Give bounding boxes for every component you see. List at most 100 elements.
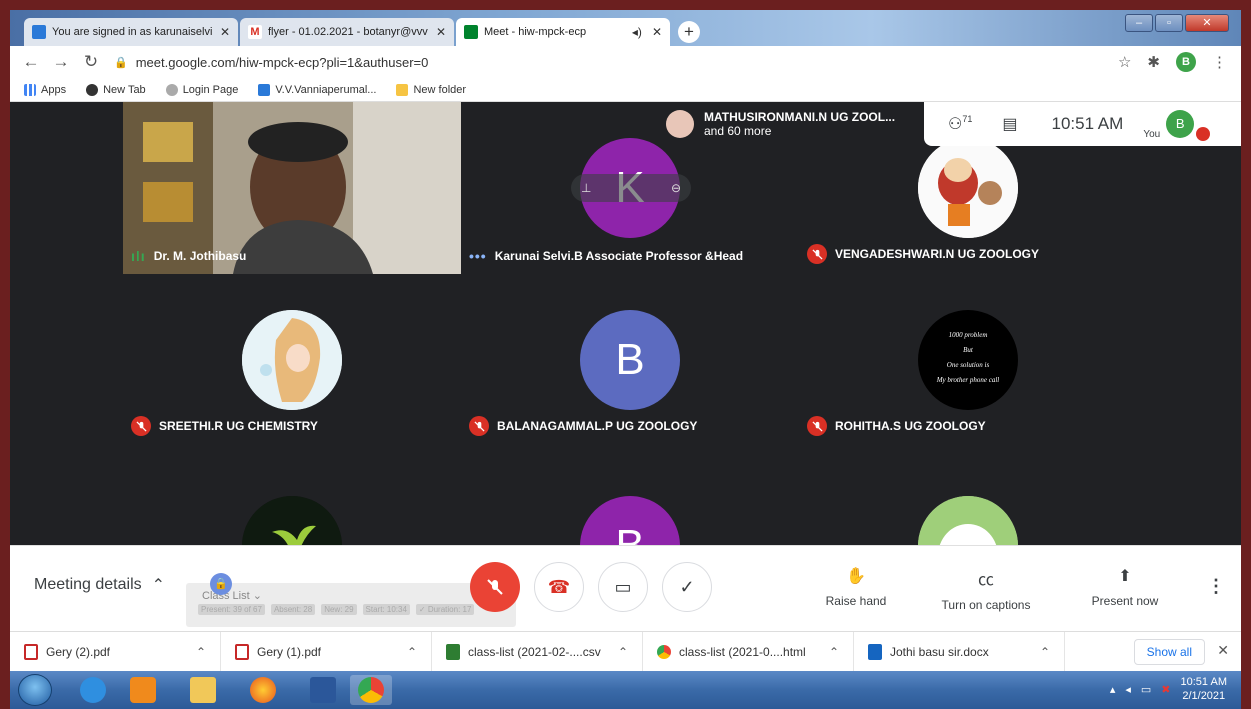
close-tab-icon[interactable]: ✕ xyxy=(436,25,446,39)
system-tray: ▴ ◂ ▭ ✖ 10:51 AM 2/1/2021 xyxy=(1110,675,1227,703)
bookmark-new-folder[interactable]: New folder xyxy=(396,83,466,96)
participant-picture xyxy=(918,138,1018,238)
self-avatar: B xyxy=(1166,110,1195,138)
participant-tile[interactable] xyxy=(799,446,1137,545)
participant-grid: ıǀı Dr. M. Jothibasu K ⊥ ⊖ ••• Karunai S… xyxy=(123,102,1137,545)
folder-icon[interactable] xyxy=(182,675,224,705)
participant-tile[interactable]: ıǀı Dr. M. Jothibasu xyxy=(123,102,461,274)
lock-icon: 🔒 xyxy=(114,56,128,69)
leave-call-button[interactable]: ☎ xyxy=(534,562,584,612)
hand-icon: ✋ xyxy=(846,568,866,585)
start-button[interactable] xyxy=(18,674,52,706)
people-button[interactable]: ⚇ 71 xyxy=(948,114,972,134)
meet-controls-bar: Meeting details ⌃ Class List ⌄ Present: … xyxy=(10,545,1241,631)
chrome-icon[interactable] xyxy=(350,675,392,705)
more-options-icon[interactable]: ⋮ xyxy=(1207,576,1225,597)
ie-icon[interactable] xyxy=(72,675,114,705)
back-icon[interactable]: ← xyxy=(16,52,46,72)
word-file-icon xyxy=(868,643,882,660)
close-tab-icon[interactable]: ✕ xyxy=(220,25,230,39)
extensions-icon[interactable]: ✱ xyxy=(1147,53,1160,71)
participant-picture: 1000 problem But One solution is My brot… xyxy=(918,310,1018,410)
chevron-up-icon[interactable]: ⌃ xyxy=(829,645,839,659)
close-tab-icon[interactable]: ✕ xyxy=(652,25,662,39)
apps-grid-icon xyxy=(24,83,36,96)
bookmark-apps[interactable]: Apps xyxy=(24,83,66,96)
present-icon: ⬆ xyxy=(1118,568,1132,585)
bookmark-new-tab[interactable]: New Tab xyxy=(86,83,146,96)
new-tab-button[interactable]: + xyxy=(678,21,700,43)
captions-button[interactable]: ㏄ Turn on captions xyxy=(930,566,1042,612)
participant-avatar: B xyxy=(580,496,680,545)
mic-off-icon xyxy=(131,416,151,436)
site-favicon-icon xyxy=(32,25,46,39)
download-item[interactable]: class-list (2021-02-....csv ⌃ xyxy=(432,631,643,672)
bookmark-star-icon[interactable]: ☆ xyxy=(1118,53,1131,71)
flag-icon[interactable]: ✖ xyxy=(1161,683,1170,696)
close-icon[interactable]: ✕ xyxy=(1217,642,1229,659)
mic-off-icon xyxy=(469,416,489,436)
meet-icon xyxy=(464,25,478,39)
folder-icon xyxy=(396,83,409,96)
remove-icon[interactable]: ⊖ xyxy=(671,181,681,195)
show-all-button[interactable]: Show all xyxy=(1133,639,1205,665)
tray-arrow-icon[interactable]: ▴ xyxy=(1110,683,1116,696)
chevron-up-icon: ⌃ xyxy=(151,577,166,594)
network-icon[interactable]: ▭ xyxy=(1141,683,1151,696)
tab-signed-in[interactable]: You are signed in as karunaiselvi ✕ xyxy=(24,18,238,46)
mic-off-icon xyxy=(807,416,827,436)
word-icon[interactable] xyxy=(302,675,344,705)
address-bar[interactable]: 🔒 meet.google.com/hiw-mpck-ecp?pli=1&aut… xyxy=(114,55,428,70)
mic-toggle-button[interactable] xyxy=(470,562,520,612)
more-options-icon[interactable]: ••• xyxy=(469,248,487,264)
download-item[interactable]: Jothi basu sir.docx ⌃ xyxy=(854,631,1065,672)
media-player-icon[interactable] xyxy=(122,675,164,705)
chevron-up-icon[interactable]: ⌃ xyxy=(196,645,206,659)
chevron-up-icon[interactable]: ⌃ xyxy=(407,645,417,659)
chevron-up-icon[interactable]: ⌃ xyxy=(1040,645,1050,659)
pdf-file-icon xyxy=(24,643,38,660)
download-item[interactable]: Gery (2).pdf ⌃ xyxy=(10,631,221,672)
profile-avatar[interactable]: B xyxy=(1176,52,1196,72)
reload-icon[interactable]: ↻ xyxy=(76,52,106,72)
volume-icon[interactable]: ◂ xyxy=(1125,683,1131,696)
site-favicon-icon xyxy=(258,83,271,96)
menu-kebab-icon[interactable]: ⋮ xyxy=(1212,53,1227,71)
bookmark-login-page[interactable]: Login Page xyxy=(165,83,238,96)
maximize-button[interactable]: ▫ xyxy=(1155,14,1183,32)
participant-banner: MATHUSIRONMANI.N UG ZOOL... and 60 more xyxy=(658,102,928,146)
firefox-icon[interactable] xyxy=(242,675,284,705)
window-frame: You are signed in as karunaiselvi ✕ M fl… xyxy=(10,10,1241,709)
people-icon: ⚇ xyxy=(948,116,963,133)
taskbar-clock[interactable]: 10:51 AM 2/1/2021 xyxy=(1181,675,1227,703)
present-now-button[interactable]: ⬆ Present now xyxy=(1082,566,1168,608)
meeting-details-button[interactable]: Meeting details ⌃ xyxy=(34,575,165,595)
participant-picture xyxy=(242,496,342,545)
pin-icon[interactable]: ⊥ xyxy=(581,181,591,195)
raise-hand-button[interactable]: ✋ Raise hand xyxy=(814,566,898,608)
participant-tile[interactable]: B BALANAGAMMAL.P UG ZOOLOGY xyxy=(461,274,799,446)
csv-file-icon xyxy=(446,643,460,660)
camera-toggle-button[interactable]: ▭ xyxy=(598,562,648,612)
participant-picture xyxy=(242,310,342,410)
gmail-icon: M xyxy=(248,25,262,39)
minimize-button[interactable]: – xyxy=(1125,14,1153,32)
chevron-up-icon[interactable]: ⌃ xyxy=(618,645,628,659)
checkmark-button[interactable]: ✓ xyxy=(662,562,712,612)
forward-icon[interactable]: → xyxy=(46,52,76,72)
tab-meet[interactable]: Meet - hiw-mpck-ecp ◂) ✕ xyxy=(456,18,670,46)
tab-gmail[interactable]: M flyer - 01.02.2021 - botanyr@vvv ✕ xyxy=(240,18,454,46)
participant-tile[interactable]: SREETHI.R UG CHEMISTRY xyxy=(123,274,461,446)
participant-tile[interactable]: B xyxy=(461,446,799,545)
download-item[interactable]: Gery (1).pdf ⌃ xyxy=(221,631,432,672)
browser-toolbar: ← → ↻ 🔒 meet.google.com/hiw-mpck-ecp?pli… xyxy=(10,46,1241,78)
download-item[interactable]: class-list (2021-0....html ⌃ xyxy=(643,631,854,672)
close-window-button[interactable]: ✕ xyxy=(1185,14,1229,32)
bookmark-vv[interactable]: V.V.Vanniaperumal... xyxy=(258,83,376,96)
participant-tile[interactable] xyxy=(123,446,461,545)
captions-icon: ㏄ xyxy=(977,572,994,589)
participant-tile[interactable]: 1000 problem But One solution is My brot… xyxy=(799,274,1137,446)
chat-icon[interactable]: ▤ xyxy=(1002,114,1017,134)
lock-badge-icon[interactable]: 🔒 xyxy=(210,573,232,595)
class-list-extension[interactable]: Class List ⌄ Present: 39 of 67 Absent: 2… xyxy=(186,583,516,627)
